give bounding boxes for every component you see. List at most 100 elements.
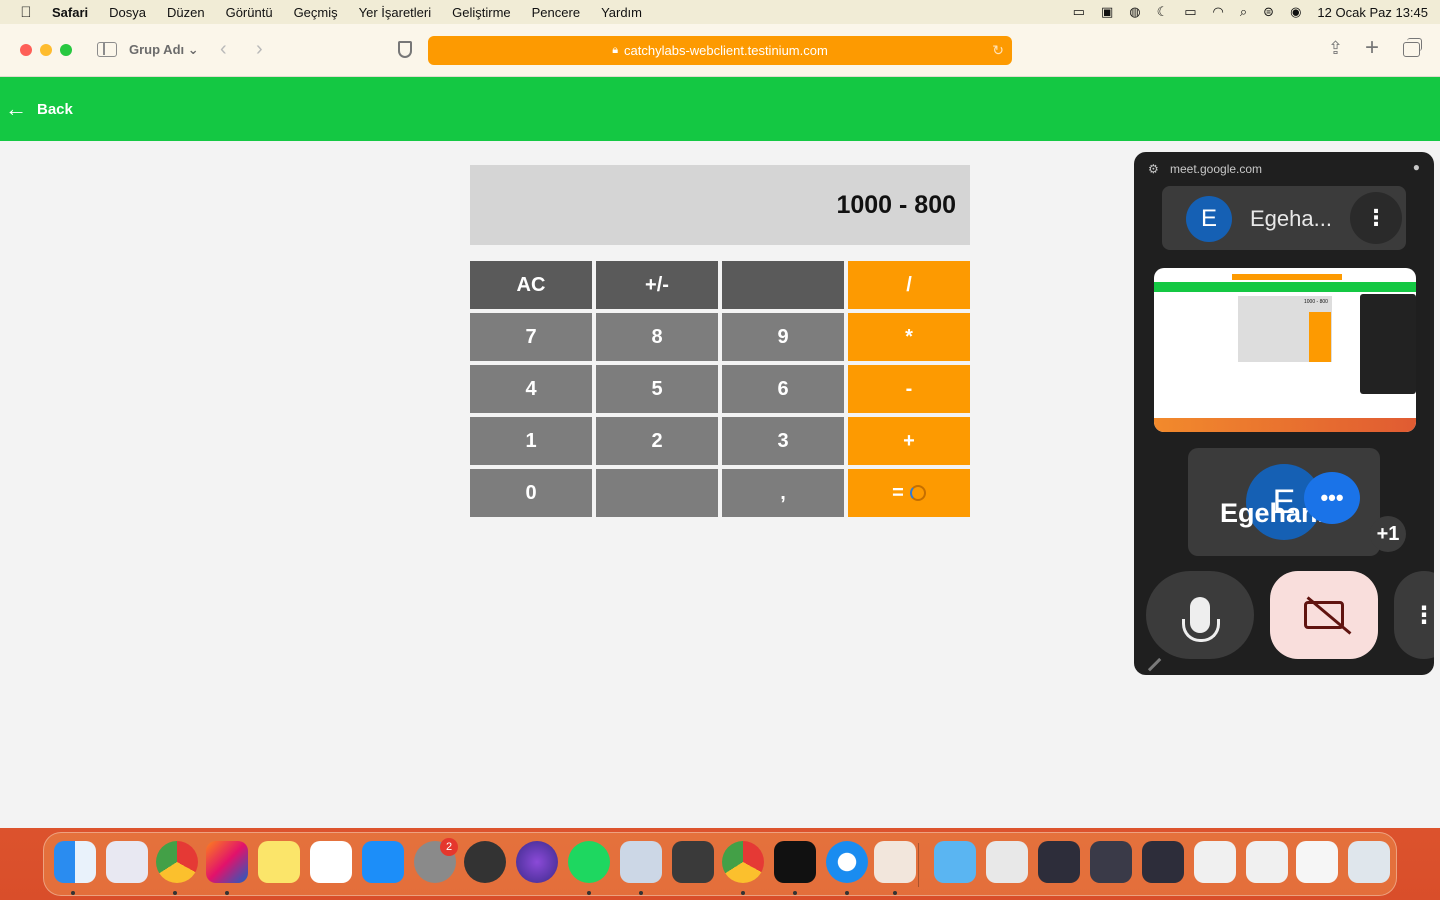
minimized-window-icon[interactable] — [1142, 841, 1184, 883]
menu-help[interactable]: Yardım — [601, 5, 642, 20]
calculator-display: 1000 - 800 — [470, 165, 970, 245]
window-minimize-button[interactable] — [40, 44, 52, 56]
key-0[interactable]: 0 — [470, 469, 592, 517]
key-6[interactable]: 6 — [722, 365, 844, 413]
control-center-icon[interactable]: ⊜ — [1263, 4, 1274, 20]
key-multiply[interactable]: * — [848, 313, 970, 361]
minimized-window-icon[interactable] — [1246, 841, 1288, 883]
minimized-window-icon[interactable] — [1194, 841, 1236, 883]
key-7[interactable]: 7 — [470, 313, 592, 361]
trash-icon[interactable] — [1348, 841, 1390, 883]
menu-view[interactable]: Görüntü — [226, 5, 273, 20]
url-text: catchylabs-webclient.testinium.com — [624, 43, 828, 58]
menubar-clock[interactable]: 12 Ocak Paz 13:45 — [1317, 5, 1428, 20]
key-plus-minus[interactable]: +/- — [596, 261, 718, 309]
key-divide[interactable]: / — [848, 261, 970, 309]
chrome-icon[interactable] — [156, 841, 198, 883]
tune-icon[interactable]: ⚙︎ — [1148, 162, 1159, 176]
share-icon[interactable]: ⇪ — [1328, 38, 1343, 59]
more-vert-icon[interactable]: ⋮ — [1350, 192, 1402, 244]
minimized-window-icon[interactable] — [1038, 841, 1080, 883]
mic-indicator-icon: ● — [1412, 160, 1420, 174]
extra-participants-badge[interactable]: +1 — [1370, 516, 1406, 552]
new-tab-plus-icon[interactable]: + — [1365, 34, 1379, 62]
screen-mirror-icon[interactable]: ▭ — [1073, 4, 1085, 20]
key-9[interactable]: 9 — [722, 313, 844, 361]
key-add[interactable]: + — [848, 417, 970, 465]
window-maximize-button[interactable] — [60, 44, 72, 56]
launchpad-icon[interactable] — [106, 841, 148, 883]
key-2[interactable]: 2 — [596, 417, 718, 465]
firefox-nightly-icon[interactable] — [516, 841, 558, 883]
key-3[interactable]: 3 — [722, 417, 844, 465]
minimized-window-icon[interactable] — [1090, 841, 1132, 883]
calculator-app-icon[interactable] — [672, 841, 714, 883]
proxyman-icon[interactable] — [464, 841, 506, 883]
key-blank-bottom[interactable] — [596, 469, 718, 517]
siri-icon[interactable]: ◉ — [1290, 4, 1301, 20]
thumbnail-header — [1154, 282, 1416, 292]
more-horiz-icon[interactable]: ••• — [1304, 472, 1360, 524]
globe-icon[interactable]: ◍ — [1129, 4, 1140, 20]
camera-off-icon — [1304, 601, 1344, 629]
reload-icon[interactable]: ↻ — [992, 42, 1004, 59]
key-subtract[interactable]: - — [848, 365, 970, 413]
key-ac[interactable]: AC — [470, 261, 592, 309]
battery-icon[interactable]: ▭ — [1184, 4, 1196, 20]
folder-icon[interactable] — [934, 841, 976, 883]
resize-handle-icon[interactable] — [1138, 648, 1162, 672]
key-equals[interactable]: = — [848, 469, 970, 517]
app-store-icon[interactable] — [362, 841, 404, 883]
menu-bookmarks[interactable]: Yer İşaretleri — [359, 5, 432, 20]
spotlight-icon[interactable]: ⌕ — [1240, 4, 1247, 20]
key-1[interactable]: 1 — [470, 417, 592, 465]
screen-share-thumbnail[interactable]: 1000 - 800 — [1154, 268, 1416, 432]
apple-menu-icon[interactable]:  — [0, 4, 52, 21]
sidebar-toggle-icon[interactable] — [97, 42, 117, 57]
menu-edit[interactable]: Düzen — [167, 5, 205, 20]
menu-file[interactable]: Dosya — [109, 5, 146, 20]
freeform-icon[interactable] — [310, 841, 352, 883]
notes-icon[interactable] — [258, 841, 300, 883]
key-blank-top[interactable] — [722, 261, 844, 309]
artstudio-icon[interactable] — [874, 841, 916, 883]
minimized-chrome-window-icon[interactable] — [1296, 841, 1338, 883]
dock-running-indicator — [793, 891, 797, 895]
more-options-icon[interactable]: ⋮ — [1394, 571, 1434, 659]
back-chevron-icon[interactable]: ‹ — [220, 38, 227, 61]
dock-running-indicator — [639, 891, 643, 895]
key-5[interactable]: 5 — [596, 365, 718, 413]
forward-chevron-icon[interactable]: › — [256, 38, 263, 61]
menu-develop[interactable]: Geliştirme — [452, 5, 511, 20]
camera-off-button[interactable] — [1270, 571, 1378, 659]
window-close-button[interactable] — [20, 44, 32, 56]
spotify-icon[interactable] — [568, 841, 610, 883]
minimized-window-icon[interactable] — [986, 841, 1028, 883]
intellij-icon[interactable] — [206, 841, 248, 883]
wifi-icon[interactable]: ◠ — [1213, 4, 1224, 20]
preview-icon[interactable] — [620, 841, 662, 883]
tab-overview-icon[interactable] — [1403, 38, 1422, 57]
menu-history[interactable]: Geçmiş — [294, 5, 338, 20]
thumbnail-pip — [1360, 294, 1416, 394]
menu-window[interactable]: Pencere — [532, 5, 580, 20]
self-view-tile[interactable]: E Egehan... ••• — [1188, 448, 1380, 556]
menu-app-name[interactable]: Safari — [52, 5, 88, 20]
chrome-alt-icon[interactable] — [722, 841, 764, 883]
meet-pip-window: ⚙︎ meet.google.com ● E Egeha... ⋮ 1000 -… — [1134, 152, 1434, 675]
key-decimal[interactable]: , — [722, 469, 844, 517]
safari-icon[interactable] — [826, 841, 868, 883]
participant-card[interactable]: E Egeha... ⋮ — [1162, 186, 1406, 250]
microphone-button[interactable] — [1146, 571, 1254, 659]
address-bar[interactable]: 🔒︎ catchylabs-webclient.testinium.com ↻ — [428, 36, 1012, 65]
privacy-shield-icon[interactable] — [398, 41, 412, 58]
tab-group-selector[interactable]: Grup Adı ⌄ — [129, 42, 199, 58]
back-link[interactable]: ← Back — [5, 96, 73, 122]
key-4[interactable]: 4 — [470, 365, 592, 413]
terminal-icon[interactable] — [774, 841, 816, 883]
key-8[interactable]: 8 — [596, 313, 718, 361]
avatar: E — [1186, 196, 1232, 242]
vpn-icon[interactable]: ▣ — [1101, 4, 1113, 20]
finder-icon[interactable] — [54, 841, 96, 883]
focus-moon-icon[interactable]: ☾ — [1157, 4, 1169, 20]
